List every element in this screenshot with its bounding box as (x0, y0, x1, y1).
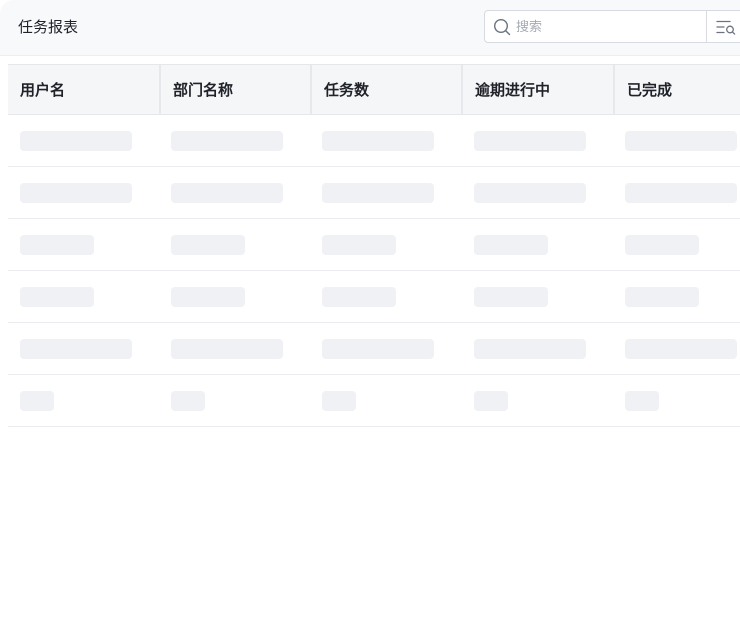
table-row (8, 167, 740, 219)
skeleton-cell (171, 235, 245, 255)
skeleton-cell (171, 183, 283, 203)
table-row (8, 219, 740, 271)
skeleton-cell (20, 339, 132, 359)
skeleton-cell (171, 131, 283, 151)
skeleton-cell (171, 391, 205, 411)
skeleton-cell (474, 287, 548, 307)
filter-button[interactable] (707, 10, 740, 43)
search-input[interactable] (516, 15, 696, 39)
skeleton-cell (20, 131, 132, 151)
column-header-completed[interactable]: 已完成 (613, 65, 740, 115)
skeleton-cell (474, 339, 586, 359)
page-title: 任务报表 (18, 18, 79, 36)
table-header: 用户名 部门名称 任务数 逾期进行中 已完成 (8, 64, 740, 115)
skeleton-cell (474, 391, 508, 411)
skeleton-cell (474, 235, 548, 255)
skeleton-cell (474, 183, 586, 203)
column-header-department[interactable]: 部门名称 (159, 65, 310, 115)
skeleton-cell (625, 183, 737, 203)
column-header-overdue-in-progress[interactable]: 逾期进行中 (461, 65, 613, 115)
skeleton-cell (20, 391, 54, 411)
skeleton-cell (171, 287, 245, 307)
skeleton-cell (322, 131, 434, 151)
skeleton-cell (20, 235, 94, 255)
skeleton-cell (625, 339, 737, 359)
task-report-table: 用户名 部门名称 任务数 逾期进行中 已完成 (8, 64, 740, 427)
skeleton-cell (625, 235, 699, 255)
page-header: 任务报表 (0, 0, 740, 56)
skeleton-cell (20, 287, 94, 307)
search-box[interactable] (484, 10, 707, 43)
skeleton-cell (625, 287, 699, 307)
table-row (8, 271, 740, 323)
skeleton-cell (322, 391, 356, 411)
column-header-username[interactable]: 用户名 (8, 65, 159, 115)
skeleton-cell (322, 339, 434, 359)
skeleton-cell (171, 339, 283, 359)
skeleton-cell (322, 183, 434, 203)
filter-icon (716, 20, 736, 35)
table-row (8, 115, 740, 167)
column-header-task-count[interactable]: 任务数 (310, 65, 461, 115)
table-body (8, 115, 740, 427)
table-row (8, 323, 740, 375)
skeleton-cell (625, 131, 737, 151)
table-row (8, 375, 740, 427)
skeleton-cell (20, 183, 132, 203)
search-icon (493, 18, 511, 36)
skeleton-cell (625, 391, 659, 411)
skeleton-cell (322, 287, 396, 307)
skeleton-cell (322, 235, 396, 255)
skeleton-cell (474, 131, 586, 151)
